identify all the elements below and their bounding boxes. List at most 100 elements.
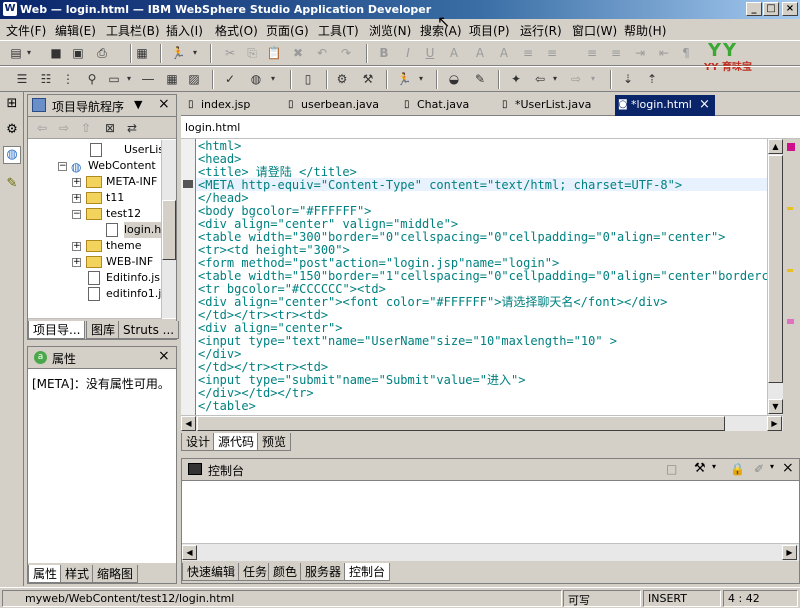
editor-tab-userbean[interactable]: ▯ userbean.java <box>285 95 395 116</box>
close-console-icon[interactable]: × <box>782 460 794 476</box>
menu-project[interactable]: 项目(P) <box>469 22 510 39</box>
run-server-icon[interactable]: 🏃 <box>396 71 412 87</box>
forward-dropdown-icon[interactable]: ▾ <box>588 71 598 87</box>
menu-edit[interactable]: 编辑(E) <box>55 22 96 39</box>
console-menu-icon[interactable]: ▾ <box>770 462 774 471</box>
server-icon[interactable]: ⚙ <box>334 71 350 87</box>
align-center-icon[interactable]: ≡ <box>544 45 560 61</box>
bullet-list-icon[interactable]: ☰ <box>14 71 30 87</box>
editor-tab-userlist[interactable]: ▯ *UserList.java <box>499 95 607 116</box>
align-right-icon[interactable]: ≡ <box>584 45 600 61</box>
tab-source[interactable]: 源代码 <box>213 433 260 451</box>
console-dropdown-icon[interactable]: ▾ <box>712 462 716 471</box>
scroll-up-icon[interactable]: ▲ <box>768 139 783 154</box>
menu-page[interactable]: 页面(G) <box>266 22 309 39</box>
form-dropdown-icon[interactable]: ▾ <box>124 71 134 87</box>
open-perspective-icon[interactable]: ⊞ <box>4 96 20 112</box>
undo-icon[interactable]: ↶ <box>314 45 330 61</box>
warning-marker-2[interactable] <box>787 269 793 272</box>
menu-file[interactable]: 文件(F) <box>6 22 46 39</box>
back-dropdown-icon[interactable]: ▾ <box>550 71 560 87</box>
editor-scroll-thumb[interactable] <box>768 155 783 383</box>
numbered-list-icon[interactable]: ☷ <box>38 71 54 87</box>
server-tools-icon[interactable]: ⚒ <box>360 71 376 87</box>
scroll-left-icon[interactable]: ◀ <box>181 416 196 431</box>
maximize-button[interactable]: □ <box>763 2 779 16</box>
console-hscrollbar[interactable]: ◀ ▶ <box>182 543 799 561</box>
menu-run[interactable]: 运行(R) <box>520 22 562 39</box>
format-icon[interactable]: ¶ <box>678 45 694 61</box>
editor-vscrollbar[interactable]: ▲ ▼ <box>767 139 783 415</box>
save-all-icon[interactable]: ▣ <box>70 45 86 61</box>
editor-tab-index-jsp[interactable]: ▯ index.jsp <box>185 95 281 116</box>
editor-tab-chat[interactable]: ▯ Chat.java <box>401 95 491 116</box>
tab-gallery[interactable]: 图库 <box>86 321 121 339</box>
indent-icon[interactable]: ⇥ <box>632 45 648 61</box>
form-icon[interactable]: ▭ <box>106 71 122 87</box>
erase-icon[interactable]: ✐ <box>754 462 764 476</box>
cut-icon[interactable]: ✂ <box>222 45 238 61</box>
justify-icon[interactable]: ≡ <box>608 45 624 61</box>
eraser-icon[interactable]: ◒ <box>446 71 462 87</box>
menu-help[interactable]: 帮助(H) <box>624 22 666 39</box>
code-editor[interactable]: <html> <head> <title> 请登陆 </title> <META… <box>195 139 767 415</box>
highlight-icon[interactable]: A <box>496 45 512 61</box>
close-tab-icon[interactable]: × <box>699 95 710 115</box>
scroll-down-icon[interactable]: ▼ <box>768 399 783 414</box>
error-marker[interactable] <box>787 143 795 151</box>
warning-marker-1[interactable] <box>787 207 793 210</box>
tab-thumbnails[interactable]: 缩略图 <box>92 565 139 583</box>
tab-tasks[interactable]: 任务 <box>238 563 273 581</box>
web-perspective-icon[interactable]: ◍ <box>3 146 21 164</box>
collapse-all-icon[interactable]: ⊠ <box>102 120 118 136</box>
tab-struts[interactable]: Struts ... <box>118 321 180 339</box>
link-editor-icon[interactable]: ⇄ <box>124 120 140 136</box>
align-left-icon[interactable]: ≡ <box>520 45 536 61</box>
annotation-marker[interactable] <box>787 319 794 324</box>
menu-format[interactable]: 格式(O) <box>215 22 258 39</box>
pin-icon[interactable]: ✦ <box>508 71 524 87</box>
lock-icon[interactable]: 🔒 <box>730 462 745 476</box>
menu-insert[interactable]: 插入(I) <box>166 22 203 39</box>
browser-icon[interactable]: ◍ <box>248 71 264 87</box>
tab-quick-edit[interactable]: 快速编辑 <box>182 563 241 581</box>
tab-project-navigator[interactable]: 项目导... <box>28 321 86 339</box>
new-dropdown-icon[interactable]: ▾ <box>24 45 34 61</box>
edit-perspective-icon[interactable]: ✎ <box>4 176 20 192</box>
link-icon[interactable]: ⚲ <box>84 71 100 87</box>
font-size-icon[interactable]: A <box>472 45 488 61</box>
paste-icon[interactable]: 📋 <box>266 45 282 61</box>
run-dropdown-icon[interactable]: ▾ <box>190 45 200 61</box>
tab-styles[interactable]: 样式 <box>60 565 95 583</box>
new-icon[interactable]: ▤ <box>8 45 24 61</box>
brush-icon[interactable]: ✎ <box>472 71 488 87</box>
spellcheck-icon[interactable]: ✓ <box>222 71 238 87</box>
print-icon[interactable]: ⎙ <box>94 45 110 61</box>
table-icon[interactable]: ▦ <box>164 71 180 87</box>
nav-forward-icon[interactable]: ⇨ <box>56 120 72 136</box>
copy-icon[interactable]: ⎘ <box>244 45 260 61</box>
run-server-dropdown-icon[interactable]: ▾ <box>416 71 426 87</box>
editor-hscroll-thumb[interactable] <box>197 416 725 431</box>
run-icon[interactable]: 🏃 <box>170 45 186 61</box>
tab-colors[interactable]: 颜色 <box>268 563 303 581</box>
editor-tab-login[interactable]: ◙ *login.html × <box>615 95 715 116</box>
page-icon[interactable]: ▯ <box>300 71 316 87</box>
tab-servers[interactable]: 服务器 <box>300 563 347 581</box>
indent-list-icon[interactable]: ⋮ <box>60 71 76 87</box>
tab-preview[interactable]: 预览 <box>257 433 292 451</box>
tab-design[interactable]: 设计 <box>181 433 216 451</box>
menu-tools[interactable]: 工具(T) <box>318 22 359 39</box>
redo-icon[interactable]: ↷ <box>338 45 354 61</box>
bold-icon[interactable]: B <box>376 45 392 61</box>
image-icon[interactable]: ▨ <box>186 71 202 87</box>
tab-properties[interactable]: 属性 <box>28 565 63 583</box>
save-icon[interactable]: ■ <box>48 45 64 61</box>
back-icon[interactable]: ⇦ <box>532 71 548 87</box>
forward-icon[interactable]: ⇨ <box>568 71 584 87</box>
close-button[interactable]: × <box>782 2 798 16</box>
menu-navigate[interactable]: 浏览(N) <box>369 22 411 39</box>
browser-dropdown-icon[interactable]: ▾ <box>268 71 278 87</box>
nav-back-icon[interactable]: ⇦ <box>34 120 50 136</box>
toolbar-menu-icon[interactable]: ▦ <box>134 45 150 61</box>
